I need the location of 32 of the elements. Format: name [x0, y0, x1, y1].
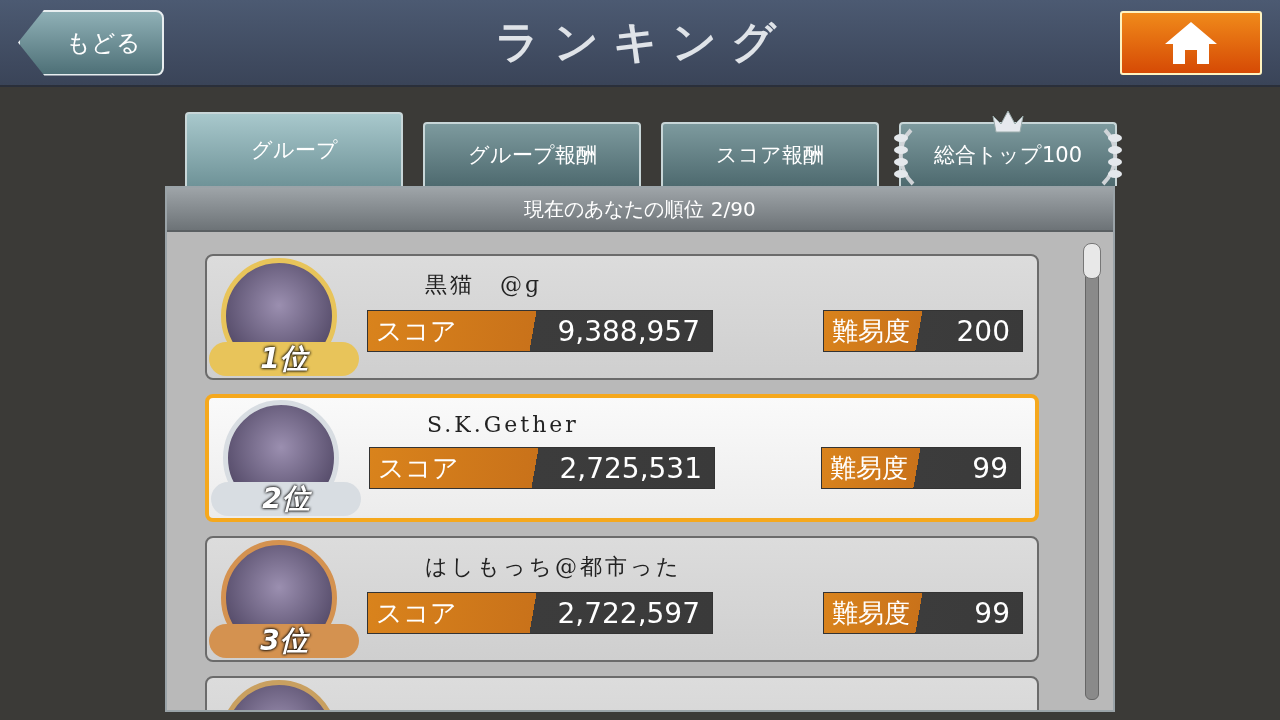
ranking-row[interactable]: 2位 S.K.Gether スコア 2,725,531 難易度 99: [205, 394, 1039, 522]
difficulty-label: 難易度: [832, 314, 910, 348]
current-rank-text: 現在のあなたの順位 2/90: [167, 188, 1113, 232]
score-value: 9,388,957: [557, 314, 700, 348]
home-button[interactable]: [1120, 10, 1262, 75]
tab[interactable]: グループ報酬: [423, 122, 641, 186]
score-value: 2,725,531: [559, 451, 702, 485]
ranking-row[interactable]: 1位 黒猫 @ɡ スコア 9,388,957 難易度 200: [205, 254, 1039, 380]
crown-icon: [991, 108, 1025, 134]
rank-medal: 2位: [211, 482, 361, 516]
score-label: スコア: [376, 314, 457, 348]
score-label: スコア: [378, 451, 459, 485]
player-name: S.K.Gether: [426, 412, 580, 437]
difficulty-label: 難易度: [830, 451, 908, 485]
tab[interactable]: スコア報酬: [661, 122, 879, 186]
difficulty-label: 難易度: [832, 596, 910, 630]
tab[interactable]: 総合トップ100: [899, 122, 1117, 186]
ranking-row[interactable]: 3位 はしもっち@都市った スコア 2,722,597 難易度 99: [205, 536, 1039, 662]
player-name: はしもっち@都市った: [424, 553, 683, 581]
difficulty-value: 99: [974, 596, 1010, 630]
rank-medal: 1位: [209, 342, 359, 376]
difficulty-value: 200: [956, 314, 1010, 348]
scrollbar[interactable]: [1085, 244, 1099, 700]
tab[interactable]: グループ: [185, 112, 403, 186]
rank-medal: 3位: [209, 624, 359, 658]
home-icon: [1163, 19, 1219, 66]
back-button[interactable]: もどる: [18, 9, 164, 76]
score-value: 2,722,597: [557, 596, 700, 630]
difficulty-value: 99: [972, 451, 1008, 485]
score-label: スコア: [376, 596, 457, 630]
page-title: ランキング: [494, 15, 790, 69]
player-name: 黒猫 @ɡ: [424, 271, 544, 299]
